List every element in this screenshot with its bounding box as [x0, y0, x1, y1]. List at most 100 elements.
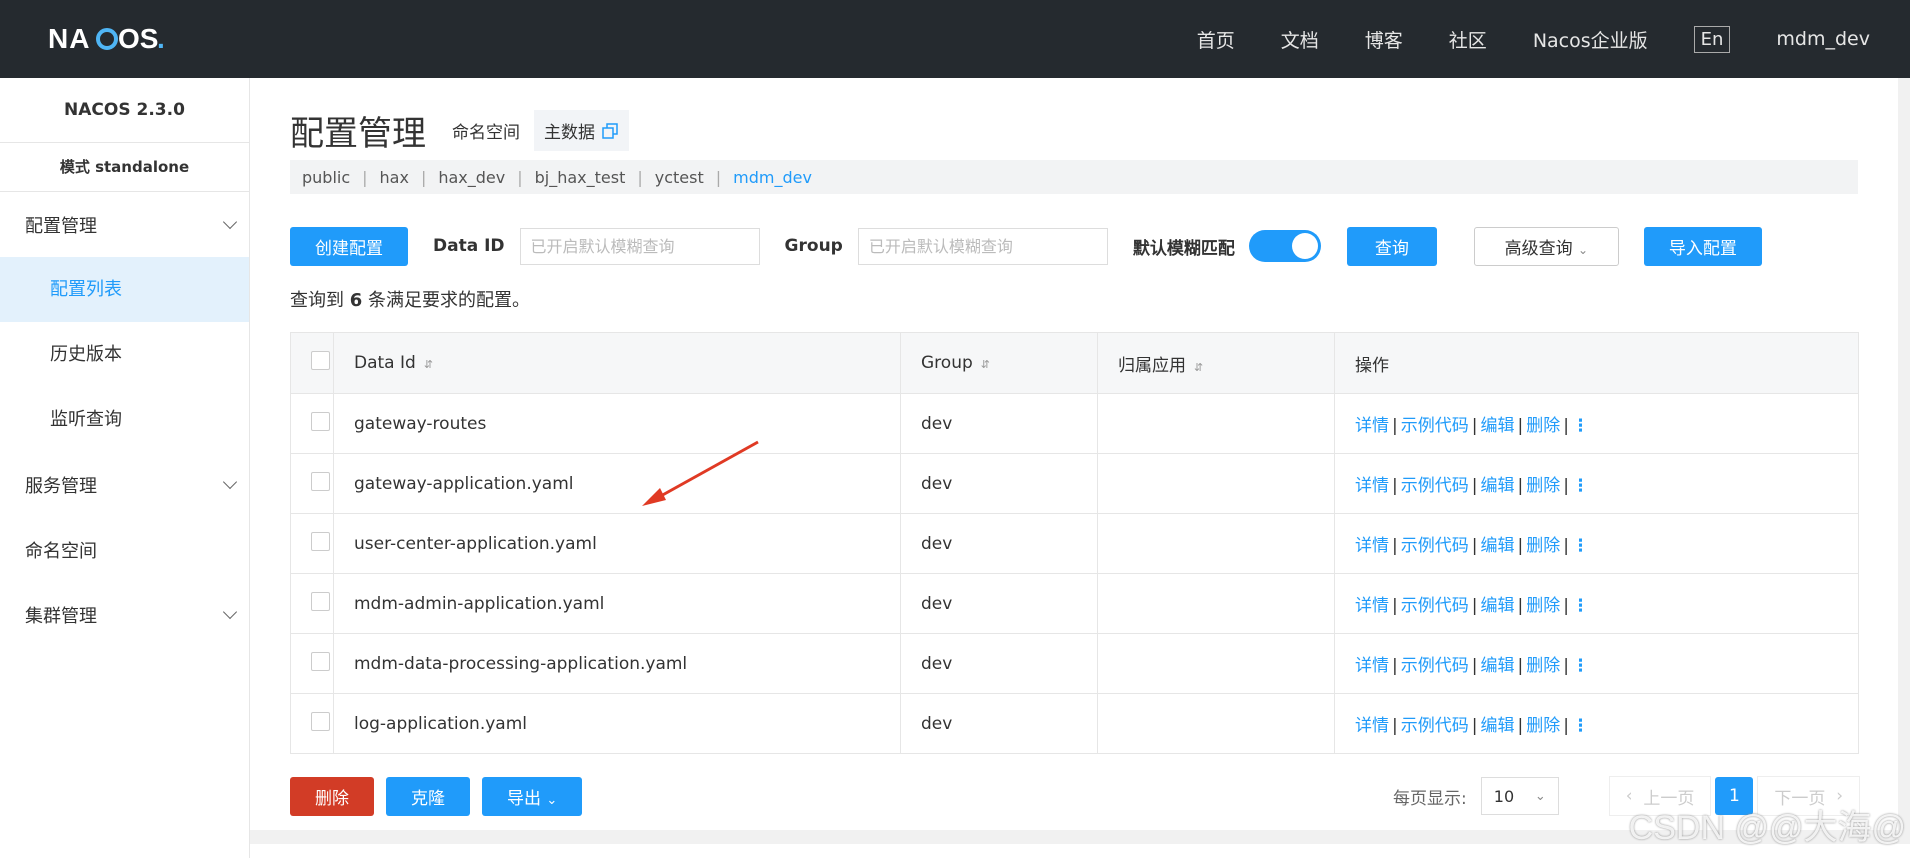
- nav-blog[interactable]: 博客: [1365, 26, 1403, 53]
- dataid-label: Data ID: [433, 236, 505, 256]
- per-page-select[interactable]: 10 ⌄: [1480, 777, 1559, 815]
- user-name[interactable]: mdm_dev: [1776, 28, 1870, 50]
- namespace-link[interactable]: bj_hax_test: [523, 168, 638, 187]
- op-link[interactable]: 编辑: [1480, 716, 1514, 736]
- nav-docs[interactable]: 文档: [1281, 26, 1319, 53]
- advanced-query-label: 高级查询: [1504, 238, 1573, 259]
- op-link[interactable]: 编辑: [1480, 536, 1514, 556]
- row-dataid: gateway-application.yaml: [333, 453, 901, 514]
- op-link[interactable]: 删除: [1526, 416, 1560, 436]
- op-link[interactable]: 编辑: [1480, 416, 1514, 436]
- sidebar-item-listener[interactable]: 监听查询: [0, 387, 249, 452]
- sidebar-group-config[interactable]: 配置管理: [0, 192, 249, 257]
- op-link[interactable]: 删除: [1526, 536, 1560, 556]
- op-link[interactable]: 示例代码: [1401, 536, 1469, 556]
- nav-home[interactable]: 首页: [1197, 26, 1235, 53]
- row-ops: 详情 | 示例代码 | 编辑 | 删除 | ⋮: [1334, 393, 1859, 454]
- sort-icon[interactable]: ⇵: [981, 358, 990, 371]
- op-link[interactable]: 详情: [1355, 656, 1389, 676]
- namespace-current[interactable]: 主数据: [534, 110, 629, 151]
- op-link[interactable]: 删除: [1526, 476, 1560, 496]
- namespace-link-active[interactable]: mdm_dev: [721, 168, 824, 187]
- op-link[interactable]: 示例代码: [1401, 596, 1469, 616]
- namespace-link[interactable]: hax_dev: [426, 168, 517, 187]
- nav-enterprise[interactable]: Nacos企业版: [1533, 26, 1648, 53]
- namespace-link[interactable]: yctest: [643, 168, 716, 187]
- op-link[interactable]: 编辑: [1480, 476, 1514, 496]
- fuzzy-toggle[interactable]: [1248, 230, 1321, 262]
- sidebar-group-cluster[interactable]: 集群管理: [0, 582, 249, 647]
- delete-button[interactable]: 删除: [290, 776, 374, 816]
- namespace-link[interactable]: public: [290, 168, 362, 187]
- namespace-bar: public | hax | hax_dev | bj_hax_test | yctes…: [290, 160, 1858, 194]
- op-link[interactable]: 删除: [1526, 716, 1560, 736]
- row-checkbox[interactable]: [311, 411, 330, 431]
- op-link[interactable]: 详情: [1355, 416, 1389, 436]
- more-icon[interactable]: ⋮: [1572, 416, 1589, 436]
- language-toggle[interactable]: En: [1693, 25, 1731, 53]
- search-button[interactable]: 查询: [1346, 226, 1437, 266]
- namespace-link[interactable]: hax: [368, 168, 421, 187]
- sidebar-item-history[interactable]: 历史版本: [0, 322, 249, 387]
- op-separator: |: [1392, 596, 1398, 616]
- header-group[interactable]: Group ⇵: [900, 332, 1098, 394]
- op-link[interactable]: 示例代码: [1401, 476, 1469, 496]
- sidebar-item-config-list[interactable]: 配置列表: [0, 257, 249, 322]
- op-link[interactable]: 示例代码: [1401, 716, 1469, 736]
- header-checkbox-cell: [290, 332, 334, 394]
- more-icon[interactable]: ⋮: [1572, 656, 1589, 676]
- clone-button[interactable]: 克隆: [386, 776, 470, 816]
- row-group: dev: [900, 453, 1098, 514]
- select-all-checkbox[interactable]: [311, 351, 330, 370]
- sidebar-group-namespace[interactable]: 命名空间: [0, 517, 249, 582]
- row-app: [1097, 633, 1335, 694]
- row-group: dev: [900, 633, 1098, 694]
- op-link[interactable]: 示例代码: [1401, 416, 1469, 436]
- more-icon[interactable]: ⋮: [1572, 476, 1589, 496]
- namespace-current-name: 主数据: [544, 123, 595, 143]
- header-ops: 操作: [1334, 332, 1859, 394]
- nav-community[interactable]: 社区: [1449, 26, 1487, 53]
- op-link[interactable]: 示例代码: [1401, 656, 1469, 676]
- create-config-button[interactable]: 创建配置: [290, 226, 408, 266]
- more-icon[interactable]: ⋮: [1572, 716, 1589, 736]
- row-checkbox[interactable]: [311, 531, 330, 551]
- row-checkbox[interactable]: [311, 651, 330, 671]
- row-checkbox[interactable]: [311, 471, 330, 491]
- export-button[interactable]: 导出 ⌄: [482, 776, 583, 816]
- sort-icon[interactable]: ⇵: [424, 358, 433, 371]
- op-link[interactable]: 详情: [1355, 596, 1389, 616]
- more-icon[interactable]: ⋮: [1572, 536, 1589, 556]
- op-link[interactable]: 编辑: [1480, 656, 1514, 676]
- row-checkbox[interactable]: [311, 711, 330, 731]
- header-app[interactable]: 归属应用 ⇵: [1097, 332, 1335, 394]
- table-header-row: Data Id ⇵ Group ⇵ 归属应用 ⇵ 操作: [290, 332, 1859, 394]
- row-checkbox[interactable]: [311, 591, 330, 611]
- op-link[interactable]: 删除: [1526, 656, 1560, 676]
- header-dataid[interactable]: Data Id ⇵: [333, 332, 901, 394]
- sidebar-group-service[interactable]: 服务管理: [0, 452, 249, 517]
- import-config-button[interactable]: 导入配置: [1643, 226, 1762, 266]
- row-dataid: log-application.yaml: [333, 693, 901, 754]
- row-checkbox-cell: [290, 693, 334, 754]
- advanced-query-button[interactable]: 高级查询 ⌄: [1473, 226, 1619, 266]
- group-input[interactable]: [857, 227, 1108, 265]
- sort-icon[interactable]: ⇵: [1194, 361, 1203, 374]
- more-icon[interactable]: ⋮: [1572, 596, 1589, 616]
- dataid-input[interactable]: [519, 227, 760, 265]
- copy-icon[interactable]: [601, 122, 619, 140]
- row-app: [1097, 393, 1335, 454]
- nacos-logo[interactable]: NA OS .: [48, 18, 168, 58]
- op-link[interactable]: 编辑: [1480, 596, 1514, 616]
- op-link[interactable]: 详情: [1355, 716, 1389, 736]
- op-link[interactable]: 详情: [1355, 536, 1389, 556]
- op-link[interactable]: 删除: [1526, 596, 1560, 616]
- row-group: dev: [900, 513, 1098, 574]
- row-app: [1097, 573, 1335, 634]
- op-link[interactable]: 详情: [1355, 476, 1389, 496]
- row-checkbox-cell: [290, 633, 334, 694]
- op-separator: |: [1517, 416, 1524, 436]
- vertical-scrollbar[interactable]: [1898, 78, 1910, 844]
- row-app: [1097, 453, 1335, 514]
- row-group: dev: [900, 693, 1098, 754]
